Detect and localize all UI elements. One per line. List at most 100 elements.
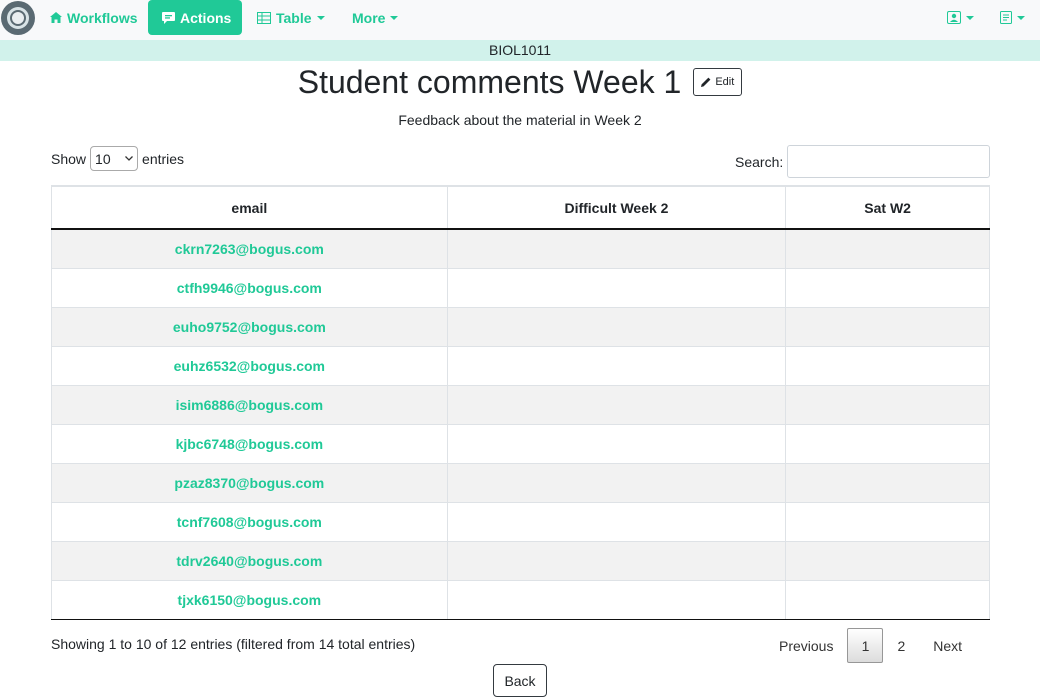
back-button[interactable]: Back (493, 664, 547, 697)
table-row: tdrv2640@bogus.com (51, 540, 990, 581)
user-menu-dropdown[interactable] (947, 0, 974, 35)
chevron-down-icon (1017, 15, 1025, 20)
email-cell: tjxk6150@bogus.com (51, 579, 448, 620)
search-input[interactable] (787, 145, 991, 178)
sat-cell (785, 501, 990, 542)
user-card-icon (947, 11, 961, 24)
difficult-cell (446, 501, 787, 542)
email-cell: euhz6532@bogus.com (51, 345, 448, 386)
document-icon (1000, 11, 1012, 24)
table-header-row: email Difficult Week 2 Sat W2 (51, 185, 990, 230)
sat-cell (785, 540, 990, 581)
email-cell: tcnf7608@bogus.com (51, 501, 448, 542)
nav-more-dropdown[interactable]: More (352, 0, 399, 35)
sat-cell (785, 579, 990, 620)
column-header-sat-w2[interactable]: Sat W2 (785, 185, 990, 230)
column-header-email[interactable]: email (51, 185, 448, 230)
docs-menu-dropdown[interactable] (1000, 0, 1025, 35)
email-link[interactable]: kjbc6748@bogus.com (176, 436, 323, 452)
email-cell: kjbc6748@bogus.com (51, 423, 448, 464)
table-row: kjbc6748@bogus.com (51, 423, 990, 464)
nav-workflows[interactable]: Workflows (50, 0, 138, 35)
top-navbar: Workflows Actions Table More (0, 0, 1040, 40)
chevron-down-icon (966, 15, 974, 20)
table-row: ckrn7263@bogus.com (51, 228, 990, 269)
table-row: pzaz8370@bogus.com (51, 462, 990, 503)
chevron-down-icon (316, 15, 325, 20)
nav-actions[interactable]: Actions (148, 0, 242, 35)
logo-ring-icon (7, 7, 29, 29)
email-link[interactable]: ctfh9946@bogus.com (177, 280, 322, 296)
pencil-icon (701, 77, 711, 87)
difficult-cell (446, 462, 787, 503)
table-icon (257, 11, 271, 24)
show-entries-control: Show 10 entries (51, 146, 184, 171)
sat-cell (785, 306, 990, 347)
nav-table-label: Table (276, 9, 312, 26)
difficult-cell (446, 423, 787, 464)
difficult-cell (446, 384, 787, 425)
app-logo[interactable] (1, 1, 35, 35)
page-subtitle: Feedback about the material in Week 2 (398, 112, 642, 128)
pagination-page-2[interactable]: 2 (883, 628, 919, 663)
email-link[interactable]: isim6886@bogus.com (176, 397, 323, 413)
table-row: tcnf7608@bogus.com (51, 501, 990, 542)
difficult-cell (446, 579, 787, 620)
table-info-text: Showing 1 to 10 of 12 entries (filtered … (51, 636, 416, 652)
nav-more-label: More (352, 9, 386, 26)
pagination: Previous 1 2 Next (765, 628, 976, 663)
difficult-cell (446, 540, 787, 581)
difficult-cell (446, 306, 787, 347)
column-header-difficult-week-2[interactable]: Difficult Week 2 (446, 185, 787, 230)
difficult-cell (446, 228, 787, 269)
email-cell: tdrv2640@bogus.com (51, 540, 448, 581)
table-row: ctfh9946@bogus.com (51, 267, 990, 308)
email-link[interactable]: tcnf7608@bogus.com (177, 514, 322, 530)
page-title: Student comments Week 1 (297, 63, 682, 100)
table-row: euho9752@bogus.com (51, 306, 990, 347)
email-cell: pzaz8370@bogus.com (51, 462, 448, 503)
sat-cell (785, 462, 990, 503)
edit-button-label: Edit (715, 76, 735, 88)
email-cell: euho9752@bogus.com (51, 306, 448, 347)
email-cell: isim6886@bogus.com (51, 384, 448, 425)
nav-actions-label: Actions (180, 9, 232, 26)
pagination-next[interactable]: Next (919, 628, 976, 663)
sat-cell (785, 423, 990, 464)
email-link[interactable]: ckrn7263@bogus.com (175, 241, 324, 257)
sat-cell (785, 384, 990, 425)
pagination-previous[interactable]: Previous (765, 628, 847, 663)
email-cell: ckrn7263@bogus.com (51, 228, 448, 269)
search-control: Search: (735, 145, 991, 178)
entries-per-page-select[interactable]: 10 (90, 146, 139, 171)
home-icon (50, 12, 62, 23)
email-cell: ctfh9946@bogus.com (51, 267, 448, 308)
sat-cell (785, 345, 990, 386)
chevron-down-icon (125, 156, 133, 161)
nav-table-dropdown[interactable]: Table (257, 0, 325, 35)
course-code-bar: BIOL1011 (0, 40, 1040, 61)
title-row: Student comments Week 1 Edit (0, 62, 1040, 102)
email-link[interactable]: euho9752@bogus.com (173, 319, 326, 335)
email-link[interactable]: euhz6532@bogus.com (174, 358, 325, 374)
show-label: Show (51, 150, 87, 167)
comment-icon (162, 11, 175, 24)
comments-table: email Difficult Week 2 Sat W2 ckrn7263@b… (51, 185, 990, 620)
chevron-down-icon (390, 15, 399, 20)
table-row: isim6886@bogus.com (51, 384, 990, 425)
search-label: Search: (735, 153, 784, 170)
email-link[interactable]: pzaz8370@bogus.com (174, 475, 324, 491)
sat-cell (785, 228, 990, 269)
entries-label: entries (142, 150, 185, 167)
pagination-page-1[interactable]: 1 (847, 628, 884, 663)
email-link[interactable]: tjxk6150@bogus.com (178, 592, 322, 608)
nav-workflows-label: Workflows (67, 9, 138, 26)
sat-cell (785, 267, 990, 308)
difficult-cell (446, 345, 787, 386)
difficult-cell (446, 267, 787, 308)
edit-button[interactable]: Edit (693, 68, 743, 96)
table-row: tjxk6150@bogus.com (51, 579, 990, 620)
table-row: euhz6532@bogus.com (51, 345, 990, 386)
entries-select-value: 10 (95, 150, 111, 167)
email-link[interactable]: tdrv2640@bogus.com (176, 553, 322, 569)
